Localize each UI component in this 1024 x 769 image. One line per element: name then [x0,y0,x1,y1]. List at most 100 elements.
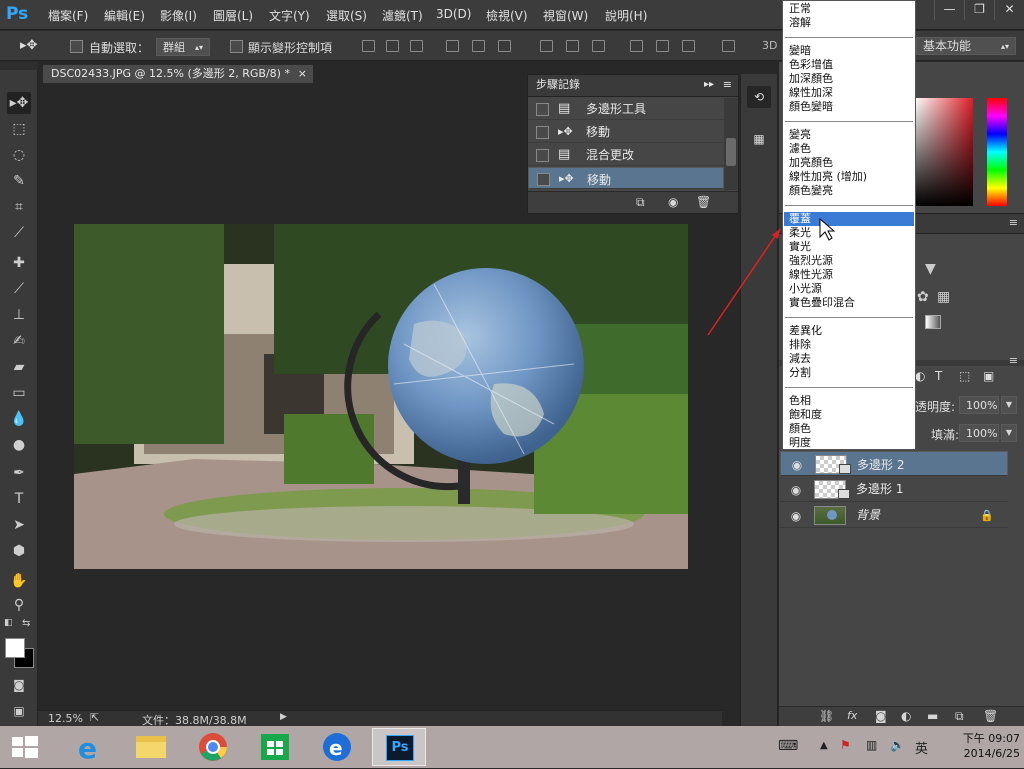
eyedropper-tool-icon[interactable]: ⟋ [7,222,31,244]
menu-view[interactable]: 檢視(V) [486,7,528,24]
menu-type[interactable]: 文字(Y) [269,7,310,24]
opacity-input[interactable]: 100% [959,396,999,414]
zoom-tool-icon[interactable]: ⚲ [7,594,31,616]
blend-mode-option[interactable]: 色相 [784,394,914,408]
panel-menu-icon[interactable]: ≡ [723,75,732,95]
blend-mode-option[interactable]: 加深顏色 [784,72,914,86]
blend-mode-option[interactable]: 變暗 [784,44,914,58]
gradient-tool-icon[interactable]: ▭ [7,382,31,404]
input-language-indicator[interactable]: 英 [915,738,928,757]
action-center-icon[interactable]: ⚑ [840,738,851,752]
type-tool-icon[interactable]: T [7,488,31,510]
hue-slider[interactable] [987,98,1007,206]
history-brush-tool-icon[interactable]: ✍ [7,330,31,352]
workspace-dropdown[interactable]: 基本功能 ▴▾ [916,37,1016,55]
auto-align-icon[interactable] [722,40,735,52]
blend-mode-option[interactable]: 顏色變暗 [784,100,914,114]
align-vcenter-icon[interactable] [386,40,399,52]
distribute-vcenter-icon[interactable] [566,40,579,52]
add-mask-icon[interactable]: ◙ [875,709,887,723]
filter-adjustment-icon[interactable]: ◐ [915,369,925,383]
zoom-level[interactable]: 12.5% [48,712,83,725]
menu-filter[interactable]: 濾鏡(T) [382,7,423,24]
opacity-dropdown-icon[interactable]: ▼ [1001,396,1017,414]
volume-icon[interactable]: 🔈 [890,738,905,752]
panel-menu-icon[interactable]: ≡ [1009,216,1018,229]
menu-select[interactable]: 選取(S) [326,7,367,24]
quick-select-tool-icon[interactable]: ✎ [7,170,31,192]
menu-edit[interactable]: 編輯(E) [104,7,145,24]
new-document-from-state-icon[interactable]: ⧉ [636,195,645,210]
link-layers-icon[interactable]: ⛓ [819,709,834,723]
layer-name[interactable]: 背景 [856,503,880,528]
document-tab[interactable]: DSC02433.JPG @ 12.5% (多邊形 2, RGB/8) * × [42,64,314,84]
history-panel-header[interactable]: 步驟記錄 ▸▸ ≡ [528,75,738,97]
filter-shape-icon[interactable]: ⬚ [959,369,970,383]
blend-mode-option[interactable]: 顏色 [784,422,914,436]
camera-snapshot-icon[interactable]: ◉ [668,195,678,209]
history-row[interactable]: ▤ 混合更改 [528,144,724,166]
delete-layer-icon[interactable]: 🗑 [983,709,998,723]
menu-3d[interactable]: 3D(D) [436,7,471,21]
history-row[interactable]: ▸✥ 移動 [528,121,724,143]
blend-mode-option[interactable]: 色彩增值 [784,58,914,72]
align-hcenter-icon[interactable] [472,40,485,52]
layer-name[interactable]: 多邊形 2 [857,453,904,478]
new-group-icon[interactable]: ▬ [927,709,938,723]
minimize-button[interactable]: — [934,0,964,20]
gradient-fill-icon[interactable] [925,315,941,329]
healing-brush-tool-icon[interactable]: ✚ [7,252,31,274]
auto-select-dropdown[interactable]: 群組 ▴▾ [156,38,210,56]
blend-mode-option[interactable]: 正常 [784,2,914,16]
photoshop-taskbar-icon[interactable]: Ps [372,728,426,766]
filter-type-icon[interactable]: T [935,369,942,383]
align-left-icon[interactable] [446,40,459,52]
align-top-icon[interactable] [362,40,375,52]
move-tool-preset-icon[interactable]: ▸✥ [20,38,37,53]
chrome-icon[interactable] [186,728,240,766]
history-snapshot-checkbox[interactable] [536,126,549,139]
scrollbar-thumb[interactable] [726,138,736,166]
blend-mode-option[interactable]: 加亮顏色 [784,156,914,170]
channel-mixer-icon[interactable]: ✿ [917,289,929,305]
shape-tool-icon[interactable]: ⬢ [7,540,31,562]
dodge-tool-icon[interactable]: ● [7,434,31,456]
keyboard-icon[interactable]: ⌨ [778,738,798,754]
menu-file[interactable]: 檔案(F) [48,7,88,24]
ie-alt-icon[interactable]: e [310,728,364,766]
history-scrollbar[interactable] [724,98,738,190]
menu-layer[interactable]: 圖層(L) [213,7,253,24]
menu-image[interactable]: 影像(I) [160,7,197,24]
export-icon[interactable]: ⇱ [90,711,99,724]
eraser-tool-icon[interactable]: ▰ [7,356,31,378]
clone-stamp-tool-icon[interactable]: ⊥ [7,304,31,326]
collapse-panel-icon[interactable]: ▸▸ [704,75,714,95]
system-clock[interactable]: 下午 09:07 2014/6/25 [950,731,1020,761]
visibility-eye-icon[interactable]: ◉ [788,482,804,498]
blend-mode-option[interactable]: 線性加亮 (增加) [784,170,914,184]
fill-dropdown-icon[interactable]: ▼ [1001,424,1017,442]
history-snapshot-checkbox[interactable] [537,173,550,186]
distribute-bottom-icon[interactable] [592,40,605,52]
history-row-selected[interactable]: ▸✥ 移動 [528,167,724,189]
close-button[interactable]: ✕ [994,0,1024,20]
blend-mode-option[interactable]: 濾色 [784,142,914,156]
distribute-hcenter-icon[interactable] [656,40,669,52]
filter-smart-object-icon[interactable]: ▣ [983,369,994,383]
blend-mode-option[interactable]: 溶解 [784,16,914,30]
default-colors-icon[interactable]: ◧ [4,618,14,628]
quick-mask-icon[interactable]: ◙ [7,674,31,696]
windows-store-icon[interactable] [248,728,302,766]
blend-mode-option[interactable]: 分割 [784,366,914,380]
pen-tool-icon[interactable]: ✒ [7,462,31,484]
foreground-color-swatch[interactable] [5,638,25,658]
lasso-tool-icon[interactable]: ◌ [7,144,31,166]
toolbar-grip[interactable] [0,62,38,70]
adjustment-layer-icon[interactable]: ◐ [901,709,911,723]
menu-help[interactable]: 說明(H) [605,7,647,24]
marquee-tool-icon[interactable]: ⬚ [7,118,31,140]
blend-mode-option[interactable]: 變亮 [784,128,914,142]
path-selection-tool-icon[interactable]: ➤ [7,514,31,536]
trash-icon[interactable]: 🗑 [696,195,711,209]
crop-tool-icon[interactable]: ⌗ [7,196,31,218]
